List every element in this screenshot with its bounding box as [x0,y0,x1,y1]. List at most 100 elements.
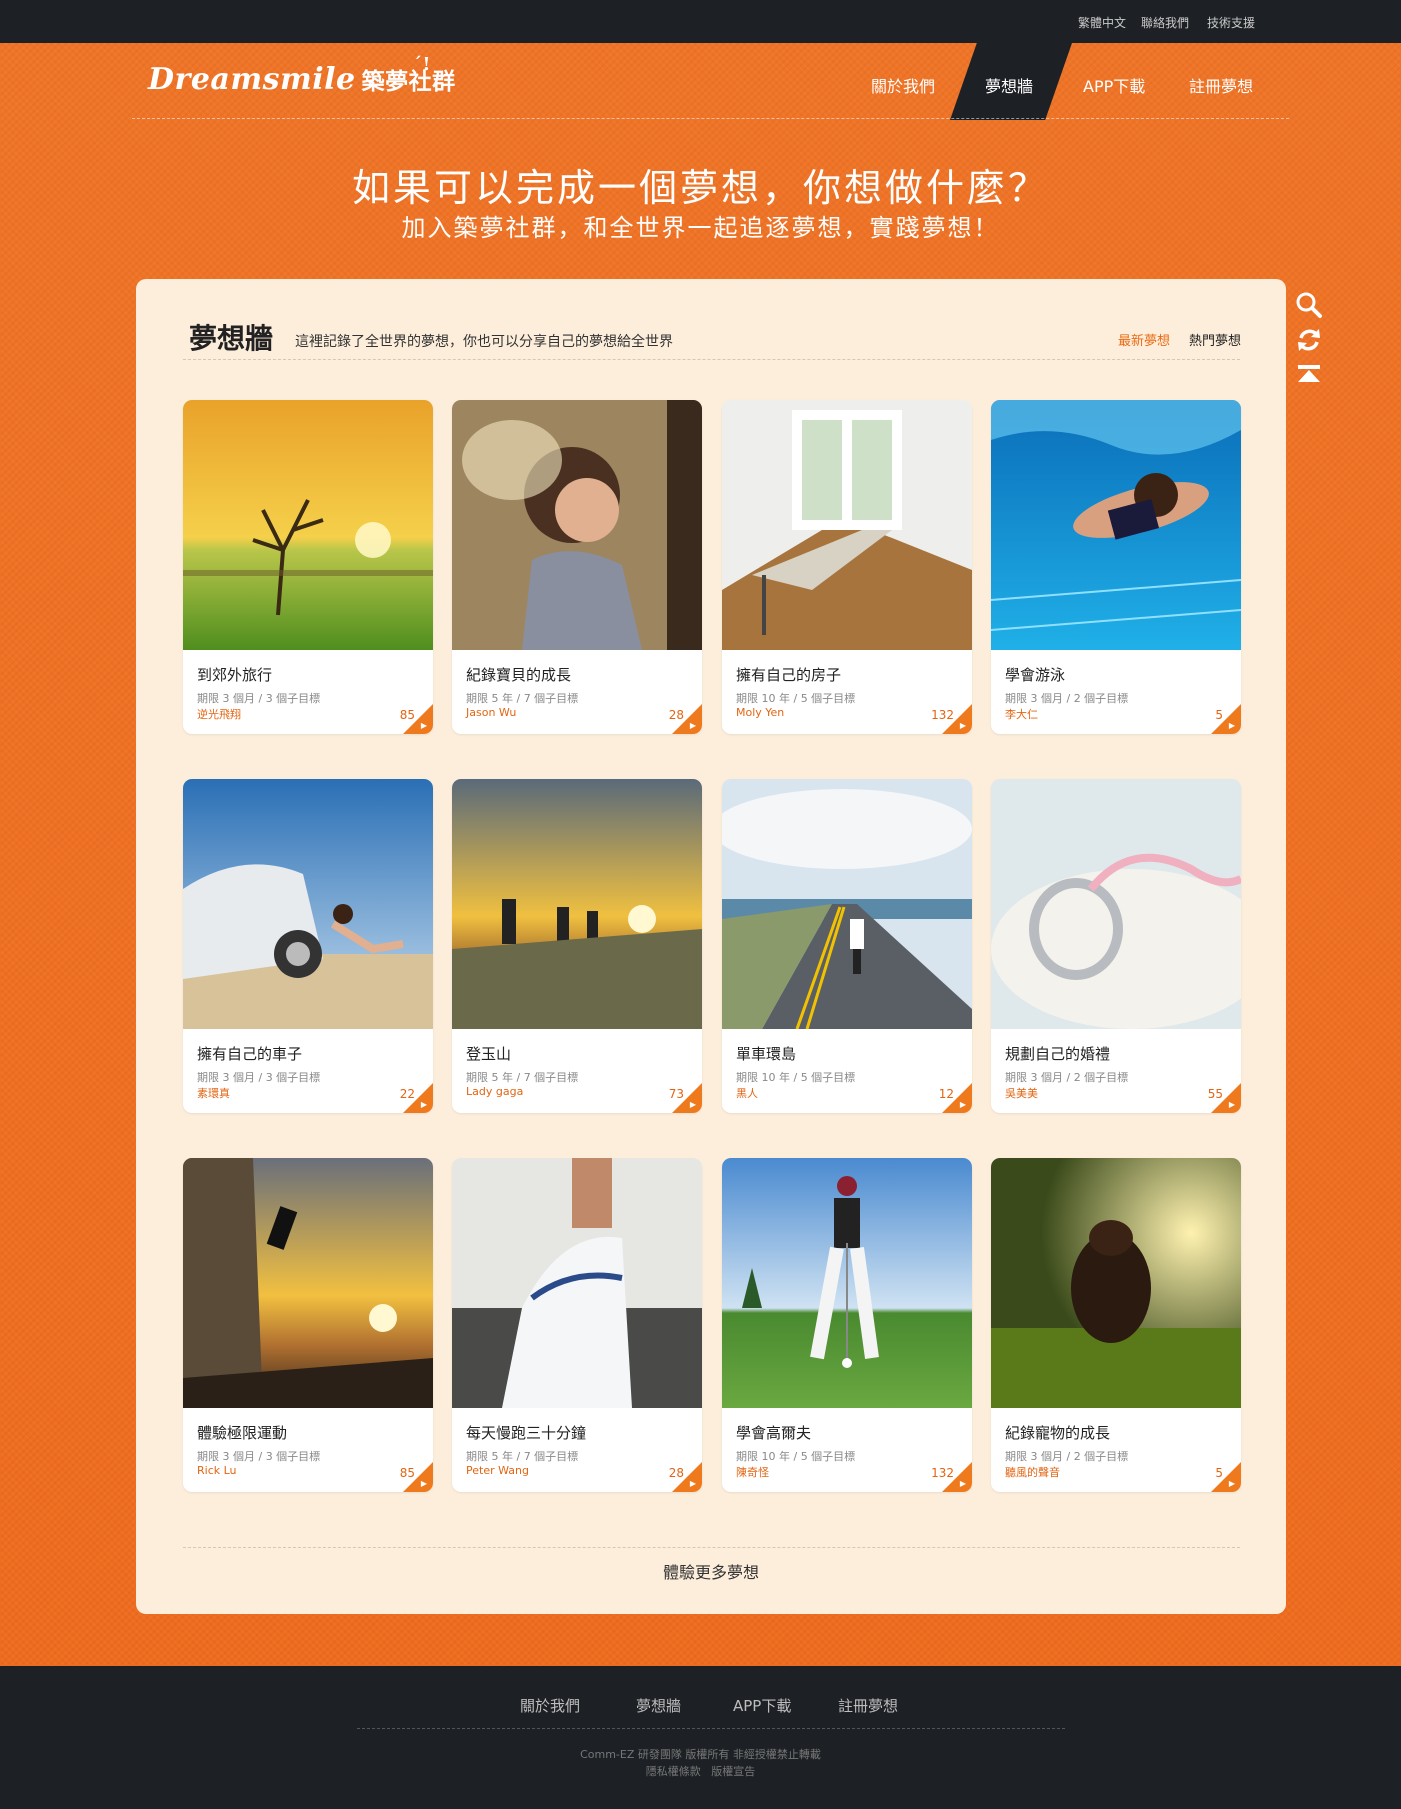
dream-title[interactable]: 登玉山 [466,1043,511,1064]
dream-author[interactable]: 素環真 [197,1085,230,1101]
refresh-icon[interactable] [1295,326,1323,354]
dream-title[interactable]: 單車環島 [736,1043,796,1064]
wall-title-divider [183,359,1240,360]
dream-title[interactable]: 規劃自己的婚禮 [1005,1043,1110,1064]
dream-count: 5 [1215,708,1223,722]
more-dreams-link[interactable]: 體驗更多夢想 [136,1559,1286,1583]
hero-subtitle: 加入築夢社群，和全世界一起追逐夢想，實踐夢想！ [401,214,1000,242]
corner-arrow-icon: ▶ [689,1479,696,1488]
dream-card[interactable]: 擁有自己的車子 期限 3 個月 / 3 個子目標 素環真 22 ▶ [183,779,433,1113]
copyright-notice-link[interactable]: 版權宣告 [711,1765,755,1778]
dream-photo[interactable] [452,1158,702,1408]
footer-copyright: Comm-EZ 研發團隊 版權所有 非經授權禁止轉載 [580,1748,821,1761]
dream-meta: 期限 5 年 / 7 個子目標 [466,692,579,705]
dream-card[interactable]: 登玉山 期限 5 年 / 7 個子目標 Lady gaga 73 ▶ [452,779,702,1113]
dream-title[interactable]: 紀錄寵物的成長 [1005,1422,1110,1443]
dream-photo[interactable] [991,1158,1241,1408]
top-utility-bar: 繁體中文 聯絡我們 技術支援 [0,0,1401,43]
footer-nav-register-dream[interactable]: 註冊夢想 [838,1695,898,1716]
dream-title[interactable]: 擁有自己的車子 [197,1043,302,1064]
dream-title[interactable]: 體驗極限運動 [197,1422,287,1443]
dream-card[interactable]: 擁有自己的房子 期限 10 年 / 5 個子目標 Moly Yen 132 ▶ [722,400,972,734]
dream-card[interactable]: 單車環島 期限 10 年 / 5 個子目標 黑人 12 ▶ [722,779,972,1113]
dream-photo[interactable] [722,1158,972,1408]
tab-latest[interactable]: 最新夢想 [1118,330,1170,349]
hero-title: 如果可以完成一個夢想，你想做什麼？ [351,166,1049,210]
dream-count: 12 [938,1087,954,1101]
footer-nav-dream-wall[interactable]: 夢想牆 [636,1695,681,1716]
dream-card[interactable]: 到郊外旅行 期限 3 個月 / 3 個子目標 逆光飛翔 85 ▶ [183,400,433,734]
dream-photo[interactable] [452,400,702,650]
footer-divider [357,1728,1065,1729]
dream-count: 22 [399,1087,415,1101]
dream-meta: 期限 10 年 / 5 個子目標 [736,1450,856,1463]
dream-photo[interactable] [183,400,433,650]
dream-author[interactable]: Rick Lu [197,1464,237,1477]
dream-author[interactable]: 吳美美 [1005,1085,1038,1101]
dream-photo[interactable] [991,779,1241,1029]
support-link[interactable]: 技術支援 [1207,14,1255,31]
wall-title: 夢想牆 [189,322,274,355]
dream-author[interactable]: Jason Wu [466,706,516,719]
dream-author[interactable]: Moly Yen [736,706,784,719]
dream-author[interactable]: 黑人 [736,1085,758,1101]
dream-meta: 期限 5 年 / 7 個子目標 [466,1071,579,1084]
search-icon[interactable] [1295,291,1323,319]
dream-card[interactable]: 每天慢跑三十分鐘 期限 5 年 / 7 個子目標 Peter Wang 28 ▶ [452,1158,702,1492]
nav-dream-wall[interactable]: 夢想牆 [985,73,1033,97]
footer: 關於我們 夢想牆 APP下載 註冊夢想 Comm-EZ 研發團隊 版權所有 非經… [0,1666,1401,1809]
dream-title[interactable]: 學會游泳 [1005,664,1065,685]
footer-legal-links: 隱私權條款 版權宣告 [0,1763,1401,1779]
dream-card[interactable]: 學會游泳 期限 3 個月 / 2 個子目標 李大仁 5 ▶ [991,400,1241,734]
dream-title[interactable]: 學會高爾夫 [736,1422,811,1443]
nav-app-download[interactable]: APP下載 [1083,73,1145,97]
dream-title[interactable]: 每天慢跑三十分鐘 [466,1422,586,1443]
language-link[interactable]: 繁體中文 [1078,14,1126,31]
dream-title[interactable]: 紀錄寶貝的成長 [466,664,571,685]
back-to-top-icon[interactable] [1295,362,1323,390]
dream-photo[interactable] [452,779,702,1029]
corner-arrow-icon: ▶ [420,1100,427,1109]
dream-count: 73 [668,1087,684,1101]
corner-arrow-icon: ▶ [420,1479,427,1488]
tab-popular[interactable]: 熱門夢想 [1189,330,1241,349]
dream-photo[interactable] [991,400,1241,650]
dream-card[interactable]: 規劃自己的婚禮 期限 3 個月 / 2 個子目標 吳美美 55 ▶ [991,779,1241,1113]
dream-count: 28 [668,1466,684,1480]
site-logo[interactable]: Dreamsmile 築夢社群 ˊ! [148,54,456,97]
dream-count: 28 [668,708,684,722]
dream-count: 85 [399,1466,415,1480]
dream-photo[interactable] [183,779,433,1029]
dream-author[interactable]: Lady gaga [466,1085,523,1098]
dream-card[interactable]: 紀錄寶貝的成長 期限 5 年 / 7 個子目標 Jason Wu 28 ▶ [452,400,702,734]
dream-photo[interactable] [722,779,972,1029]
footer-nav-about[interactable]: 關於我們 [520,1695,580,1716]
dream-photo[interactable] [722,400,972,650]
dream-meta: 期限 3 個月 / 3 個子目標 [197,692,321,705]
dream-author[interactable]: Peter Wang [466,1464,529,1477]
corner-arrow-icon: ▶ [1228,1479,1235,1488]
dream-title[interactable]: 擁有自己的房子 [736,664,841,685]
dream-card[interactable]: 體驗極限運動 期限 3 個月 / 3 個子目標 Rick Lu 85 ▶ [183,1158,433,1492]
corner-arrow-icon: ▶ [689,721,696,730]
privacy-link[interactable]: 隱私權條款 [646,1765,701,1778]
wall-description: 這裡記錄了全世界的夢想，你也可以分享自己的夢想給全世界 [295,334,673,350]
dream-meta: 期限 3 個月 / 2 個子目標 [1005,1450,1129,1463]
dream-title[interactable]: 到郊外旅行 [197,664,272,685]
dream-author[interactable]: 逆光飛翔 [197,706,241,722]
dream-photo[interactable] [183,1158,433,1408]
dream-count: 132 [931,1466,954,1480]
dream-author[interactable]: 李大仁 [1005,706,1038,722]
dream-wall-panel: 夢想牆 這裡記錄了全世界的夢想，你也可以分享自己的夢想給全世界 最新夢想 熱門夢… [136,279,1286,1614]
dream-card[interactable]: 紀錄寵物的成長 期限 3 個月 / 2 個子目標 聽風的聲音 5 ▶ [991,1158,1241,1492]
header-divider [132,118,1289,119]
more-divider [183,1547,1240,1548]
nav-about[interactable]: 關於我們 [871,73,935,97]
dream-author[interactable]: 陳奇怪 [736,1464,769,1480]
dream-card[interactable]: 學會高爾夫 期限 10 年 / 5 個子目標 陳奇怪 132 ▶ [722,1158,972,1492]
dream-author[interactable]: 聽風的聲音 [1005,1464,1060,1480]
contact-link[interactable]: 聯絡我們 [1141,14,1189,31]
nav-register-dream[interactable]: 註冊夢想 [1189,73,1253,97]
corner-arrow-icon: ▶ [1228,1100,1235,1109]
footer-nav-app-download[interactable]: APP下載 [733,1695,791,1716]
